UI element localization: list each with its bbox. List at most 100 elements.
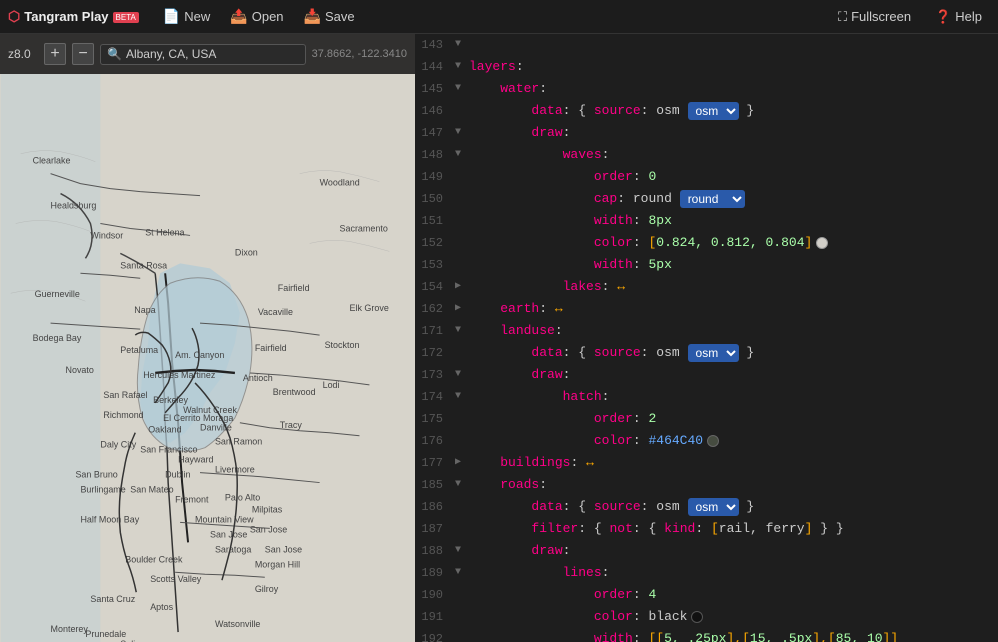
osm-select-186[interactable]: osm <box>688 498 739 516</box>
line-content: lakes: ↔ <box>465 276 998 298</box>
cap-select[interactable]: roundbuttsquare <box>680 190 745 208</box>
color-swatch-191[interactable] <box>691 611 703 623</box>
zoom-out-button[interactable]: − <box>72 43 94 65</box>
svg-text:Dixon: Dixon <box>235 247 258 257</box>
save-button[interactable]: 📥 Save <box>296 4 363 29</box>
svg-text:Brentwood: Brentwood <box>273 387 316 397</box>
beta-badge: BETA <box>113 12 139 23</box>
line-content: layers: <box>465 56 998 78</box>
svg-text:Vacaville: Vacaville <box>258 307 293 317</box>
code-line-154: 154 lakes: ↔ <box>415 276 998 298</box>
logo-area: ⬡ Tangram Play BETA <box>8 8 139 25</box>
svg-text:San Francisco: San Francisco <box>140 445 197 455</box>
fold-arrow[interactable] <box>451 34 465 56</box>
code-line-172: 172 data: { source: osm osm } <box>415 342 998 364</box>
line-content: hatch: <box>465 386 998 408</box>
fold-arrow[interactable] <box>451 320 465 342</box>
line-content: landuse: <box>465 320 998 342</box>
svg-text:Watsonville: Watsonville <box>215 619 260 629</box>
fold-arrow[interactable] <box>451 78 465 100</box>
zoom-in-button[interactable]: + <box>44 43 66 65</box>
svg-text:Windsor: Windsor <box>90 230 123 240</box>
osm-select-172[interactable]: osm <box>688 344 739 362</box>
line-content: data: { source: osm osm } <box>465 496 998 518</box>
logo-text: Tangram Play <box>24 9 108 24</box>
svg-text:San Jose: San Jose <box>250 524 287 534</box>
svg-text:San Ramon: San Ramon <box>215 437 262 447</box>
fold-arrow[interactable] <box>451 122 465 144</box>
line-content: waves: <box>465 144 998 166</box>
fold-arrow[interactable] <box>451 144 465 166</box>
line-number: 176 <box>415 430 451 452</box>
fold-arrow[interactable] <box>451 386 465 408</box>
svg-text:Hercules Martinez: Hercules Martinez <box>143 370 216 380</box>
line-number: 185 <box>415 474 451 496</box>
svg-text:San Jose: San Jose <box>265 544 302 554</box>
line-number: 172 <box>415 342 451 364</box>
svg-text:Napa: Napa <box>134 305 155 315</box>
fold-arrow[interactable] <box>451 364 465 386</box>
save-icon: 📥 <box>304 8 321 25</box>
topbar: ⬡ Tangram Play BETA 📄 New 📤 Open 📥 Save … <box>0 0 998 34</box>
line-number: 186 <box>415 496 451 518</box>
search-icon: 🔍 <box>107 47 122 62</box>
svg-text:Santa Cruz: Santa Cruz <box>90 594 135 604</box>
line-number: 187 <box>415 518 451 540</box>
line-content: draw: <box>465 364 998 386</box>
new-button[interactable]: 📄 New <box>155 4 218 29</box>
svg-text:Richmond: Richmond <box>103 410 143 420</box>
line-number: 148 <box>415 144 451 166</box>
line-number: 149 <box>415 166 451 188</box>
svg-text:Santa Rosa: Santa Rosa <box>120 260 167 270</box>
logo-icon: ⬡ <box>8 8 20 25</box>
svg-text:Burlingame: Burlingame <box>80 485 125 495</box>
svg-text:Aptos: Aptos <box>150 602 173 612</box>
svg-text:Clearlake: Clearlake <box>33 156 71 166</box>
editor-panel: 143 144 layers: 145 water: 146 <box>415 34 998 642</box>
line-content: water: <box>465 78 998 100</box>
fold-arrow[interactable] <box>451 562 465 584</box>
zoom-level: z8.0 <box>8 47 38 61</box>
map-toolbar: z8.0 + − 🔍 37.8662, -122.3410 <box>0 34 415 74</box>
code-line-153: 153 width: 5px <box>415 254 998 276</box>
svg-text:Morgan Hill: Morgan Hill <box>255 559 300 569</box>
svg-text:Berkeley: Berkeley <box>153 395 188 405</box>
help-button[interactable]: ❓ Help <box>927 5 990 29</box>
fullscreen-button[interactable]: ⛶ Fullscreen <box>830 5 919 29</box>
svg-text:Healdsburg: Healdsburg <box>51 201 97 211</box>
line-number: 177 <box>415 452 451 474</box>
code-line-190: 190 order: 4 <box>415 584 998 606</box>
color-swatch-176[interactable] <box>707 435 719 447</box>
code-line-149: 149 order: 0 <box>415 166 998 188</box>
fold-arrow[interactable] <box>451 452 465 474</box>
svg-text:Petaluma: Petaluma <box>120 345 158 355</box>
line-number: 150 <box>415 188 451 210</box>
code-line-151: 151 width: 8px <box>415 210 998 232</box>
svg-text:Fremont: Fremont <box>175 494 209 504</box>
fold-arrow[interactable] <box>451 474 465 496</box>
svg-text:Mountain View: Mountain View <box>195 514 254 524</box>
line-number: 175 <box>415 408 451 430</box>
line-content: width: [[5, .25px],[15, .5px],[85, 10]] <box>465 628 998 642</box>
fold-arrow[interactable] <box>451 276 465 298</box>
svg-text:Boulder Creek: Boulder Creek <box>125 554 183 564</box>
search-box[interactable]: 🔍 <box>100 44 306 65</box>
code-line-192: 192 width: [[5, .25px],[15, .5px],[85, 1… <box>415 628 998 642</box>
search-input[interactable] <box>126 47 299 61</box>
code-line-146: 146 data: { source: osm osm } <box>415 100 998 122</box>
code-line-173: 173 draw: <box>415 364 998 386</box>
line-content: width: 8px <box>465 210 998 232</box>
svg-text:Elk Grove: Elk Grove <box>350 303 389 313</box>
color-swatch-152[interactable] <box>816 237 828 249</box>
fold-arrow[interactable] <box>451 540 465 562</box>
svg-text:Scotts Valley: Scotts Valley <box>150 574 202 584</box>
line-content: data: { source: osm osm } <box>465 100 998 122</box>
line-number: 162 <box>415 298 451 320</box>
svg-text:San Mateo: San Mateo <box>130 485 173 495</box>
osm-select-146[interactable]: osm <box>688 102 739 120</box>
fold-arrow[interactable] <box>451 56 465 78</box>
fold-arrow[interactable] <box>451 298 465 320</box>
code-line-145: 145 water: <box>415 78 998 100</box>
open-button[interactable]: 📤 Open <box>222 4 291 29</box>
code-line-189: 189 lines: <box>415 562 998 584</box>
